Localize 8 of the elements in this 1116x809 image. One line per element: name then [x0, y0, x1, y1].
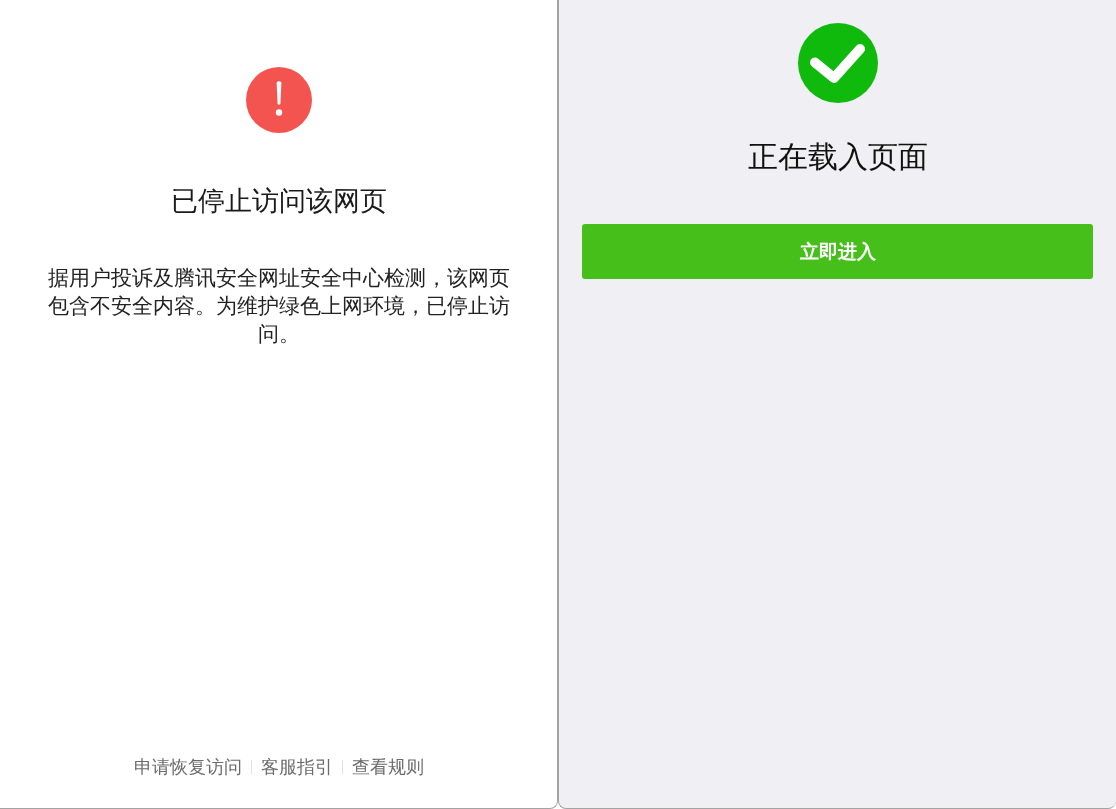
footer-link[interactable]: 申请恢复访问	[133, 755, 242, 779]
footer-link[interactable]: 查看规则	[351, 755, 424, 779]
check-icon	[797, 23, 878, 103]
page-title: 正在载入页面	[747, 139, 928, 176]
alert-icon	[245, 67, 312, 133]
page-title: 已停止访问该网页	[170, 184, 387, 218]
footer-link[interactable]: 客服指引	[260, 755, 333, 779]
warning-message: 据用户投诉及腾讯安全网址安全中心检测，该网页包含不安全内容。为维护绿色上网环境，已停止访问。	[46, 265, 511, 348]
